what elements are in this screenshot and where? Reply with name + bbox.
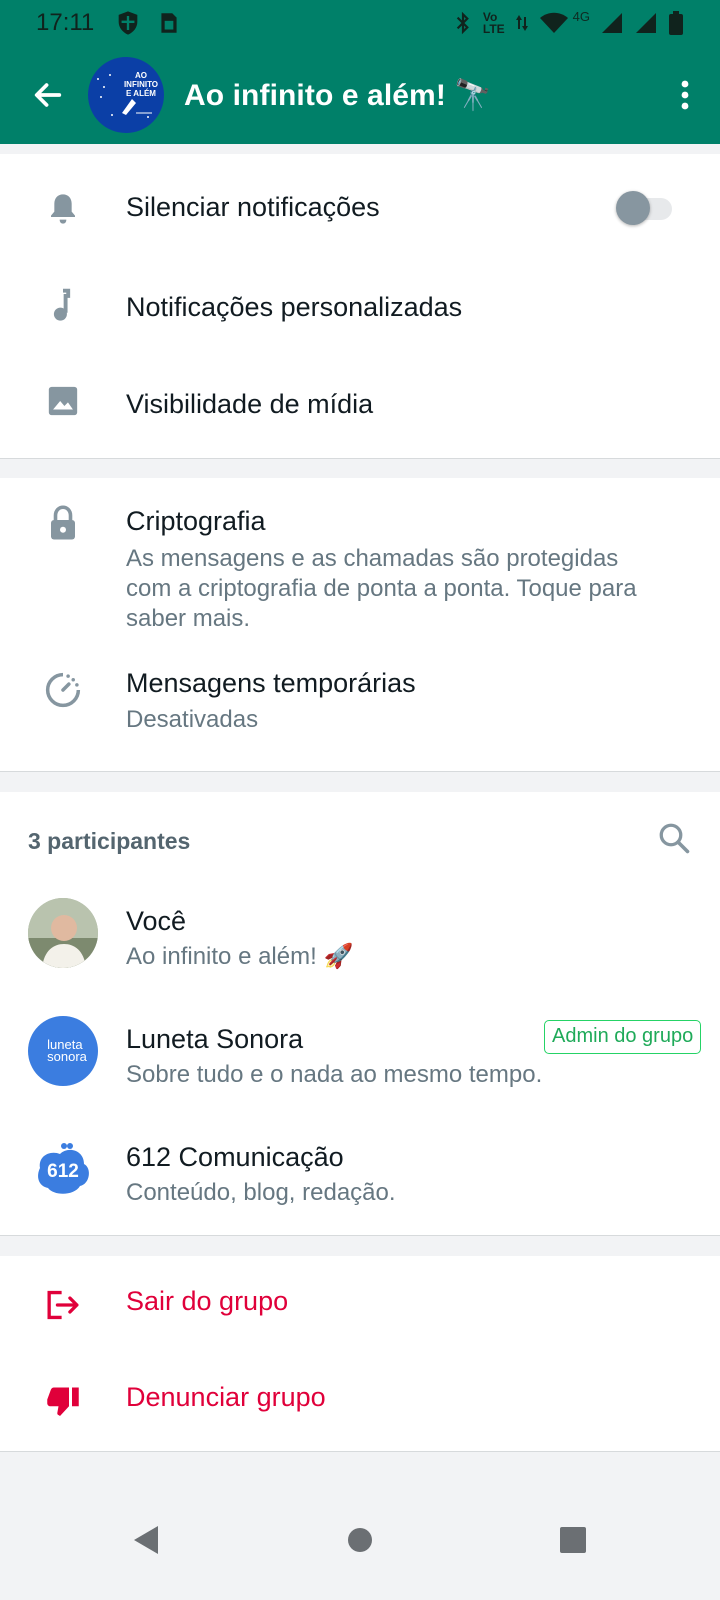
system-nav-bar <box>0 1480 720 1600</box>
search-participants-button[interactable] <box>656 820 696 860</box>
participant-row[interactable]: luneta sonora Luneta Sonora Admin do gru… <box>0 1006 720 1124</box>
participant-name: Você <box>126 906 187 936</box>
group-actions-section: Sair do grupo Denunciar grupo <box>0 1256 720 1452</box>
participant-row[interactable]: Você Ao infinito e além! 🚀 <box>0 888 720 1006</box>
data-arrows-icon <box>515 11 529 35</box>
thumbs-down-icon <box>44 1382 82 1420</box>
mute-label: Silenciar notificações <box>126 192 380 222</box>
exit-icon <box>44 1286 82 1324</box>
participant-row[interactable]: 612 612 Comunicação Conteúdo, blog, reda… <box>0 1124 720 1236</box>
avatar <box>28 898 98 968</box>
volte-icon: Vo LTE <box>482 10 505 36</box>
recents-square-icon <box>560 1527 587 1553</box>
custom-notifications-label: Notificações personalizadas <box>126 292 463 322</box>
nav-home-button[interactable] <box>330 1510 390 1570</box>
mute-notifications-row[interactable]: Silenciar notificações <box>0 154 720 260</box>
disappearing-title: Mensagens temporárias <box>126 668 416 698</box>
participant-status: Conteúdo, blog, redação. <box>126 1179 396 1206</box>
back-triangle-icon <box>133 1526 158 1554</box>
avatar: 612 <box>28 1134 98 1204</box>
participant-name: Luneta Sonora <box>126 1024 304 1054</box>
mute-toggle[interactable] <box>616 190 672 226</box>
participants-count: 3 participantes <box>28 828 191 854</box>
wifi-icon <box>539 11 569 35</box>
bluetooth-icon <box>453 10 473 36</box>
status-bar: 17:11 Vo LTE 4G <box>0 0 720 46</box>
admin-badge: Admin do grupo <box>544 1020 702 1054</box>
media-visibility-label: Visibilidade de mídia <box>126 389 374 419</box>
avatar-text: AO INFINITO <box>123 71 159 89</box>
exit-group-label: Sair do grupo <box>126 1286 289 1316</box>
participant-status: Ao infinito e além! 🚀 <box>126 943 354 970</box>
group-title[interactable]: Ao infinito e além! 🔭 <box>184 78 492 113</box>
music-note-icon <box>44 286 82 324</box>
custom-notifications-row[interactable]: Notificações personalizadas <box>0 260 720 356</box>
app-bar: AO INFINITO E ALÉM Ao infinito e além! 🔭 <box>0 46 720 144</box>
image-icon <box>44 382 82 420</box>
encryption-title: Criptografia <box>126 506 266 536</box>
exit-group-row[interactable]: Sair do grupo <box>0 1256 720 1354</box>
status-time: 17:11 <box>36 9 95 36</box>
signal-icon <box>600 11 624 35</box>
more-vert-icon <box>681 80 689 110</box>
nav-recents-button[interactable] <box>543 1510 603 1570</box>
signal-icon <box>634 11 658 35</box>
battery-icon <box>668 10 684 36</box>
avatar-text: sonora <box>47 1049 87 1064</box>
participant-name: 612 Comunicação <box>126 1142 344 1172</box>
participants-section: 3 participantes Você Ao infinito e além!… <box>0 792 720 1236</box>
avatar-text: 612 <box>47 1161 79 1182</box>
back-button[interactable] <box>8 46 88 144</box>
avatar: luneta sonora <box>28 1016 98 1086</box>
group-avatar[interactable]: AO INFINITO E ALÉM <box>88 57 164 133</box>
home-circle-icon <box>347 1528 372 1552</box>
timer-icon <box>44 671 82 709</box>
report-group-row[interactable]: Denunciar grupo <box>0 1354 720 1452</box>
participant-status: Sobre tudo e o nada ao mesmo tempo. <box>126 1061 543 1088</box>
disappearing-messages-row[interactable]: Mensagens temporárias Desativadas <box>0 643 720 771</box>
security-section: Criptografia As mensagens e as chamadas … <box>0 478 720 772</box>
lock-icon <box>44 504 82 542</box>
encryption-subtitle: As mensagens e as chamadas são protegida… <box>126 545 637 632</box>
search-icon <box>659 823 690 854</box>
bell-icon <box>44 190 82 228</box>
disappearing-subtitle: Desativadas <box>126 706 259 733</box>
notification-settings-section: Silenciar notificações Notificações pers… <box>0 154 720 459</box>
sim-card-icon <box>156 10 182 36</box>
nav-back-button[interactable] <box>117 1510 177 1570</box>
encryption-row[interactable]: Criptografia As mensagens e as chamadas … <box>0 478 720 643</box>
media-visibility-row[interactable]: Visibilidade de mídia <box>0 356 720 456</box>
network-label: 4G <box>572 8 590 24</box>
arrow-left-icon <box>34 83 62 107</box>
more-options-button[interactable] <box>650 46 720 144</box>
shield-icon <box>114 9 142 37</box>
avatar-text: E ALÉM <box>126 89 156 98</box>
report-group-label: Denunciar grupo <box>126 1382 326 1412</box>
